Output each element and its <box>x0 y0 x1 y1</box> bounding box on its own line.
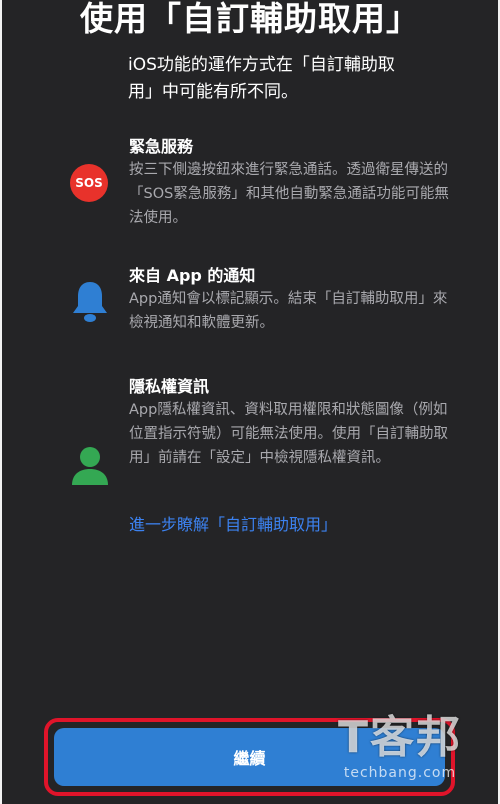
feature-description: 按三下側邊按鈕來進行緊急通話。透過衛星傳送的「SOS緊急服務」和其他自動緊急通話… <box>129 162 449 226</box>
continue-button-highlight: 繼續 <box>44 718 455 796</box>
feature-title: 緊急服務 <box>129 137 194 156</box>
feature-description: App隱私權資訊、資料取用權限和狀態圖像（例如位置指示符號）可能無法使用。使用「… <box>129 402 448 466</box>
continue-button[interactable]: 繼續 <box>54 728 445 786</box>
feature-title: 隱私權資訊 <box>129 377 210 396</box>
sos-badge: SOS <box>70 164 108 202</box>
page-title: 使用「自訂輔助取用」 <box>80 0 420 38</box>
page-subtitle: iOS功能的運作方式在「自訂輔助取用」中可能有所不同。 <box>128 55 395 102</box>
sos-icon: SOS <box>70 164 108 202</box>
feature-description: App通知會以標記顯示。結束「自訂輔助取用」來檢視通知和軟體更新。 <box>129 291 448 331</box>
person-icon <box>70 445 110 493</box>
feature-title: 來自 App 的通知 <box>129 266 256 285</box>
setup-screen: 使用「自訂輔助取用」 iOS功能的運作方式在「自訂輔助取用」中可能有所不同。 S… <box>0 0 500 804</box>
bell-icon <box>70 279 110 327</box>
feature-text: 隱私權資訊 App隱私權資訊、資料取用權限和狀態圖像（例如位置指示符號）可能無法… <box>129 376 459 470</box>
feature-text: 來自 App 的通知 App通知會以標記顯示。結束「自訂輔助取用」來檢視通知和軟… <box>129 265 459 335</box>
feature-text: 緊急服務 按三下側邊按鈕來進行緊急通話。透過衛星傳送的「SOS緊急服務」和其他自… <box>129 136 459 230</box>
learn-more-link[interactable]: 進一步瞭解「自訂輔助取用」 <box>129 513 337 537</box>
